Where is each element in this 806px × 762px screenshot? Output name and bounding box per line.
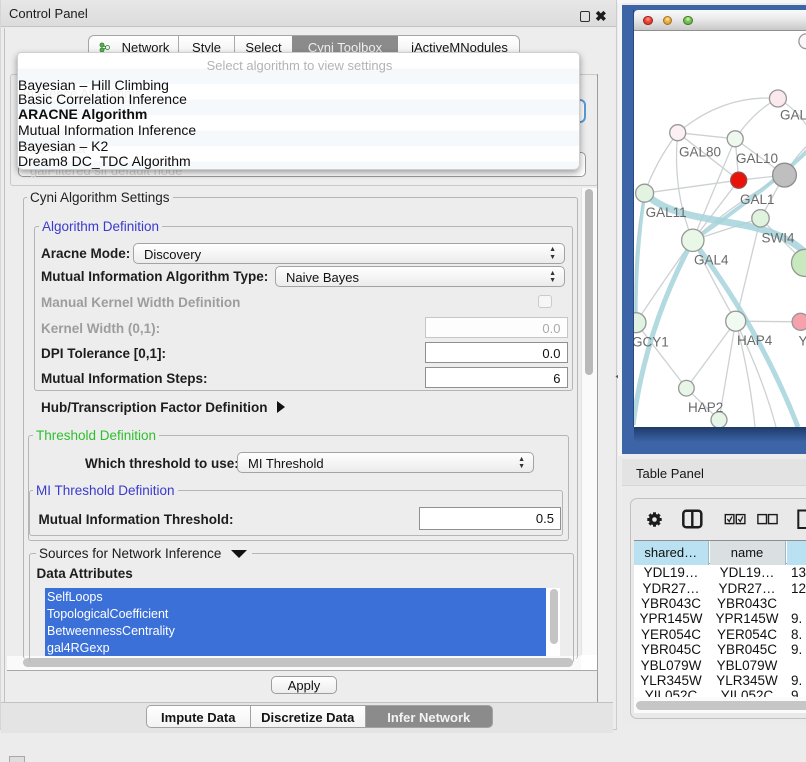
svg-text:HAP4: HAP4 [737, 333, 773, 348]
svg-text:SWI4: SWI4 [762, 230, 795, 245]
svg-text:GCY1: GCY1 [634, 335, 669, 350]
svg-text:GAL2: GAL2 [780, 108, 806, 123]
svg-text:YML0: YML0 [799, 333, 806, 348]
svg-text:GAL80: GAL80 [679, 145, 721, 160]
svg-text:GAL1: GAL1 [740, 192, 775, 207]
svg-text:GAL11: GAL11 [646, 205, 687, 220]
svg-text:GAL10: GAL10 [736, 151, 778, 166]
svg-text:HAP2: HAP2 [688, 400, 723, 415]
svg-text:GAL4: GAL4 [694, 252, 729, 267]
